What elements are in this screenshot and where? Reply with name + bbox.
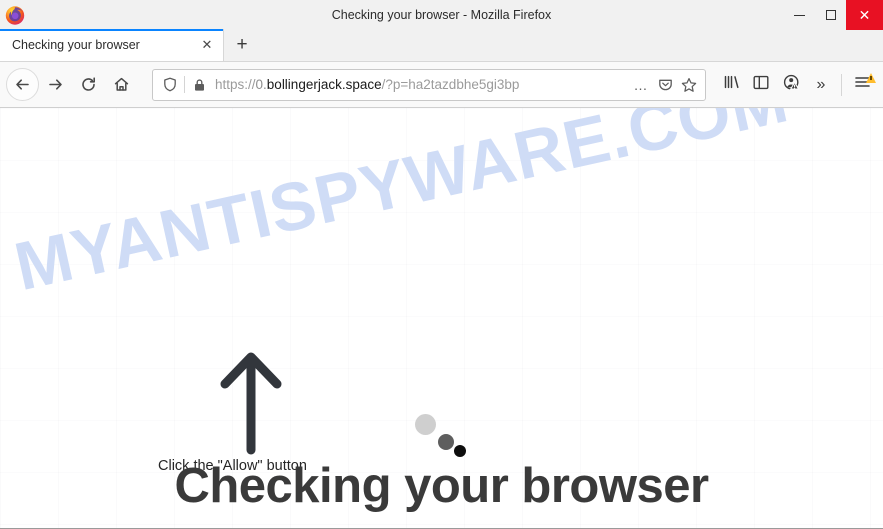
firefox-logo-icon	[4, 4, 26, 26]
page-content: MYANTISPYWARE.COM Click the "Allow" butt…	[0, 108, 883, 528]
padlock-icon[interactable]	[188, 74, 210, 96]
back-arrow-icon	[14, 76, 31, 93]
forward-arrow-icon	[47, 76, 64, 93]
close-button[interactable]: ✕	[846, 0, 883, 30]
sidebar-button[interactable]	[746, 70, 776, 100]
url-host: bollingerjack.space	[266, 77, 382, 92]
tab-strip: Checking your browser ✕ +	[0, 29, 883, 62]
three-dots-loader-icon	[415, 414, 475, 459]
tab-checking-your-browser[interactable]: Checking your browser ✕	[0, 29, 224, 61]
window-controls: ✕	[784, 0, 883, 30]
address-bar[interactable]: https://0.bollingerjack.space/?p=ha2tazd…	[152, 68, 706, 101]
maximize-button[interactable]	[815, 0, 846, 30]
firefox-browser-window: Checking your browser - Mozilla Firefox …	[0, 0, 883, 529]
maximize-icon	[825, 10, 836, 20]
minimize-icon	[794, 14, 805, 16]
navigation-toolbar: https://0.bollingerjack.space/?p=ha2tazd…	[0, 62, 883, 108]
menu-warning-badge-icon	[866, 72, 876, 83]
reload-button[interactable]	[72, 68, 105, 101]
app-menu-button[interactable]	[847, 70, 877, 100]
loader-dot-1	[415, 414, 436, 435]
library-button[interactable]	[716, 70, 746, 100]
minimize-button[interactable]	[784, 0, 815, 30]
urlbar-divider	[184, 76, 185, 93]
loader-dot-2	[438, 434, 454, 450]
page-actions-button[interactable]: …	[629, 73, 653, 97]
tab-close-icon[interactable]: ✕	[197, 35, 217, 55]
pocket-icon[interactable]	[653, 73, 677, 97]
page-headline: Checking your browser	[174, 459, 709, 513]
tracking-protection-shield-icon[interactable]	[159, 74, 181, 96]
reload-icon	[80, 76, 97, 93]
sidebar-icon	[753, 75, 769, 95]
new-tab-button[interactable]: +	[224, 29, 260, 61]
url-text[interactable]: https://0.bollingerjack.space/?p=ha2tazd…	[210, 77, 629, 92]
bookmark-star-icon[interactable]	[677, 73, 701, 97]
loader-dot-3	[454, 445, 466, 457]
title-bar: Checking your browser - Mozilla Firefox …	[0, 0, 883, 30]
url-path: /?p=ha2tazdbhe5gi3bp	[381, 77, 520, 92]
home-icon	[113, 76, 130, 93]
tab-title: Checking your browser	[12, 38, 140, 52]
toolbar-divider	[841, 73, 842, 96]
url-scheme: https://	[215, 77, 256, 92]
forward-button[interactable]	[39, 68, 72, 101]
url-subdomain: 0.	[255, 77, 267, 92]
overflow-button[interactable]: »	[806, 70, 836, 100]
back-button[interactable]	[6, 68, 39, 101]
account-button[interactable]	[776, 70, 806, 100]
library-icon	[723, 74, 740, 95]
account-warning-icon	[783, 74, 800, 96]
home-button[interactable]	[105, 68, 138, 101]
window-title: Checking your browser - Mozilla Firefox	[331, 8, 552, 22]
watermark-text: MYANTISPYWARE.COM	[8, 108, 795, 306]
up-arrow-icon	[218, 348, 284, 456]
